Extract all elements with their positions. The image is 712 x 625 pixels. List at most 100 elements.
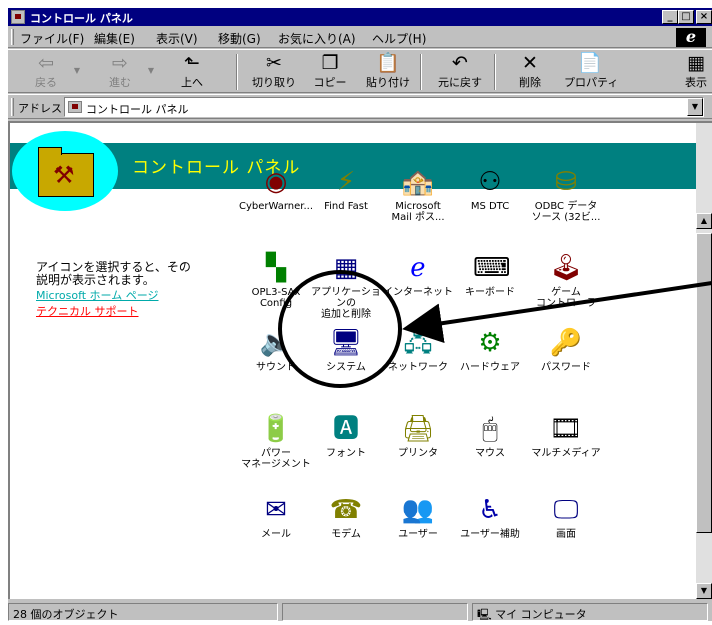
forward-dropdown-icon[interactable]: ▼ (148, 66, 154, 75)
control-panel-window: コントロール パネル _ □ × ファイル(F) 編集(E) 表示(V) 移動(… (8, 8, 712, 621)
control-panel-item[interactable]: 🖱 マウス (452, 412, 528, 478)
control-panel-item-label: ハードウェア (460, 362, 520, 373)
title-bar[interactable]: コントロール パネル _ □ × (8, 8, 712, 26)
control-panel-item[interactable]: 🅰 フォント (308, 412, 384, 478)
tech-support-link[interactable]: テクニカル サポート (36, 303, 139, 319)
minimize-button[interactable]: _ (662, 10, 678, 24)
control-panel-item-label: マウス (475, 448, 505, 459)
password-icon: 🔑 (549, 328, 583, 358)
undo-label: 元に戻す (438, 76, 482, 89)
control-panel-item[interactable]: 🖨 プリンタ (380, 412, 456, 478)
control-panel-item[interactable]: ♿ ユーザー補助 (452, 493, 528, 559)
menu-favorites[interactable]: お気に入り(A) (278, 30, 356, 47)
content-pane: コントロール パネル ⚒ アイコンを選択すると、その 説明が表示されます。 Mi… (8, 121, 712, 599)
menu-view[interactable]: 表示(V) (156, 30, 198, 47)
control-panel-item[interactable]: 🕹 ゲーム コントローラ (528, 251, 604, 317)
status-bar: 28 個のオブジェクト 🖳 マイ コンピュータ (8, 601, 712, 621)
add-remove-programs-icon: ▦ (333, 253, 359, 283)
control-panel-item-label: Microsoft Mail ポス... (391, 201, 445, 223)
menu-file[interactable]: ファイル(F) (20, 30, 84, 47)
menu-edit[interactable]: 編集(E) (94, 30, 135, 47)
control-panel-item[interactable]: 🖧 ネットワーク (380, 326, 456, 392)
undo-button[interactable]: ↶ 元に戻す (434, 52, 486, 92)
control-panel-item-label: メール (261, 529, 291, 540)
control-panel-item-label: マルチメディア (531, 448, 601, 459)
menu-grip[interactable] (11, 29, 14, 45)
menu-go[interactable]: 移動(G) (218, 30, 261, 47)
status-empty-panel (282, 603, 468, 621)
paste-button[interactable]: 📋 貼り付け (362, 52, 414, 92)
control-panel-item[interactable]: 🖥 システム (308, 326, 384, 392)
forward-arrow-icon: ⇨ (112, 52, 128, 74)
control-panel-item[interactable]: ⚇ MS DTC (452, 165, 528, 231)
properties-button[interactable]: 📄 プロパティ (564, 52, 618, 92)
control-panel-item[interactable]: ▚ OPL3-SAx Config (238, 251, 314, 317)
control-panel-item[interactable]: 🔋 パワー マネージメント (238, 412, 314, 478)
control-panel-item[interactable]: 🎞 マルチメディア (528, 412, 604, 478)
close-button[interactable]: × (696, 10, 712, 24)
copy-button[interactable]: ❐ コピー (304, 52, 356, 92)
cut-button[interactable]: ✂ 切り取り (248, 52, 300, 92)
scroll-up-button[interactable]: ▲ (696, 213, 712, 229)
hardware-icon: ⚙ (478, 328, 502, 358)
cut-label: 切り取り (252, 76, 296, 89)
scroll-thumb[interactable] (696, 233, 712, 533)
control-panel-item-label: ユーザー (398, 529, 438, 540)
control-panel-item[interactable]: ◉ CyberWarner... (238, 165, 314, 231)
maximize-button[interactable]: □ (678, 10, 694, 24)
view-button[interactable]: ▦ 表示 (680, 52, 712, 92)
control-panel-item[interactable]: ⚡ Find Fast (308, 165, 384, 231)
printer-icon: 🖨 (401, 414, 435, 444)
internet-icon: ℯ (410, 253, 426, 283)
control-panel-item-label: インターネット (383, 287, 453, 298)
control-panel-item-label: ゲーム コントローラ (536, 287, 596, 309)
accessibility-icon: ♿ (478, 495, 502, 525)
control-panel-item[interactable]: ☎ モデム (308, 493, 384, 559)
control-panel-item[interactable]: ⛁ ODBC データ ソース (32ビ... (528, 165, 604, 231)
control-panel-item[interactable]: 🔈 サウンド (238, 326, 314, 392)
control-panel-item-label: CyberWarner... (238, 201, 314, 212)
forward-button[interactable]: ⇨ 進む ▼ (94, 52, 154, 92)
control-panel-item[interactable]: 🏤 Microsoft Mail ポス... (380, 165, 456, 231)
my-computer-icon: 🖳 (477, 608, 496, 621)
control-panel-item[interactable]: ℯ インターネット (380, 251, 456, 317)
control-panel-small-icon (68, 101, 82, 113)
system-icon: 🖥 (329, 328, 363, 358)
control-panel-item[interactable]: ⌨ キーボード (452, 251, 528, 317)
address-grip[interactable] (11, 98, 14, 116)
menu-help[interactable]: ヘルプ(H) (372, 30, 426, 47)
keyboard-icon: ⌨ (473, 253, 511, 283)
sound-icon: 🔈 (259, 328, 293, 358)
control-panel-item-label: アプリケーションの 追加と削除 (311, 287, 381, 320)
control-panel-item[interactable]: ⚙ ハードウェア (452, 326, 528, 392)
control-panel-item-label: サウンド (256, 362, 296, 373)
address-dropdown-button[interactable]: ▼ (687, 98, 703, 116)
control-panel-item-label: MS DTC (470, 201, 510, 212)
control-panel-item[interactable]: 🖵 画面 (528, 493, 604, 559)
status-object-count: 28 個のオブジェクト (8, 603, 278, 621)
control-panel-item[interactable]: ✉ メール (238, 493, 314, 559)
users-icon: 👥 (401, 495, 435, 525)
control-panel-item-label: パスワード (541, 362, 591, 373)
control-panel-item[interactable]: 👥 ユーザー (380, 493, 456, 559)
description-text: アイコンを選択すると、その 説明が表示されます。 (36, 260, 191, 287)
address-bar: アドレス コントロール パネル ▼ (8, 94, 712, 119)
delete-button[interactable]: ✕ 削除 (504, 52, 556, 92)
display-icon: 🖵 (553, 495, 579, 525)
control-panel-item[interactable]: 🔑 パスワード (528, 326, 604, 392)
power-icon: 🔋 (259, 414, 293, 444)
back-button[interactable]: ⇦ 戻る ▼ (20, 52, 80, 92)
mail-postoffice-icon: 🏤 (401, 167, 435, 197)
folder-circle: ⚒ (12, 131, 118, 211)
address-field[interactable]: コントロール パネル ▼ (64, 97, 704, 117)
control-panel-item[interactable]: ▦ アプリケーションの 追加と削除 (308, 251, 384, 320)
back-dropdown-icon[interactable]: ▼ (74, 66, 80, 75)
up-button[interactable]: ⬑ 上へ (166, 52, 218, 92)
microsoft-home-link[interactable]: Microsoft ホーム ページ (36, 287, 159, 303)
scroll-down-button[interactable]: ▼ (696, 583, 712, 599)
delete-label: 削除 (519, 76, 541, 89)
copy-icon: ❐ (321, 52, 339, 74)
vertical-scrollbar[interactable]: ▲ ▼ (696, 123, 712, 599)
control-panel-item-label: ODBC データ ソース (32ビ... (531, 201, 601, 223)
view-label: 表示 (685, 76, 707, 89)
